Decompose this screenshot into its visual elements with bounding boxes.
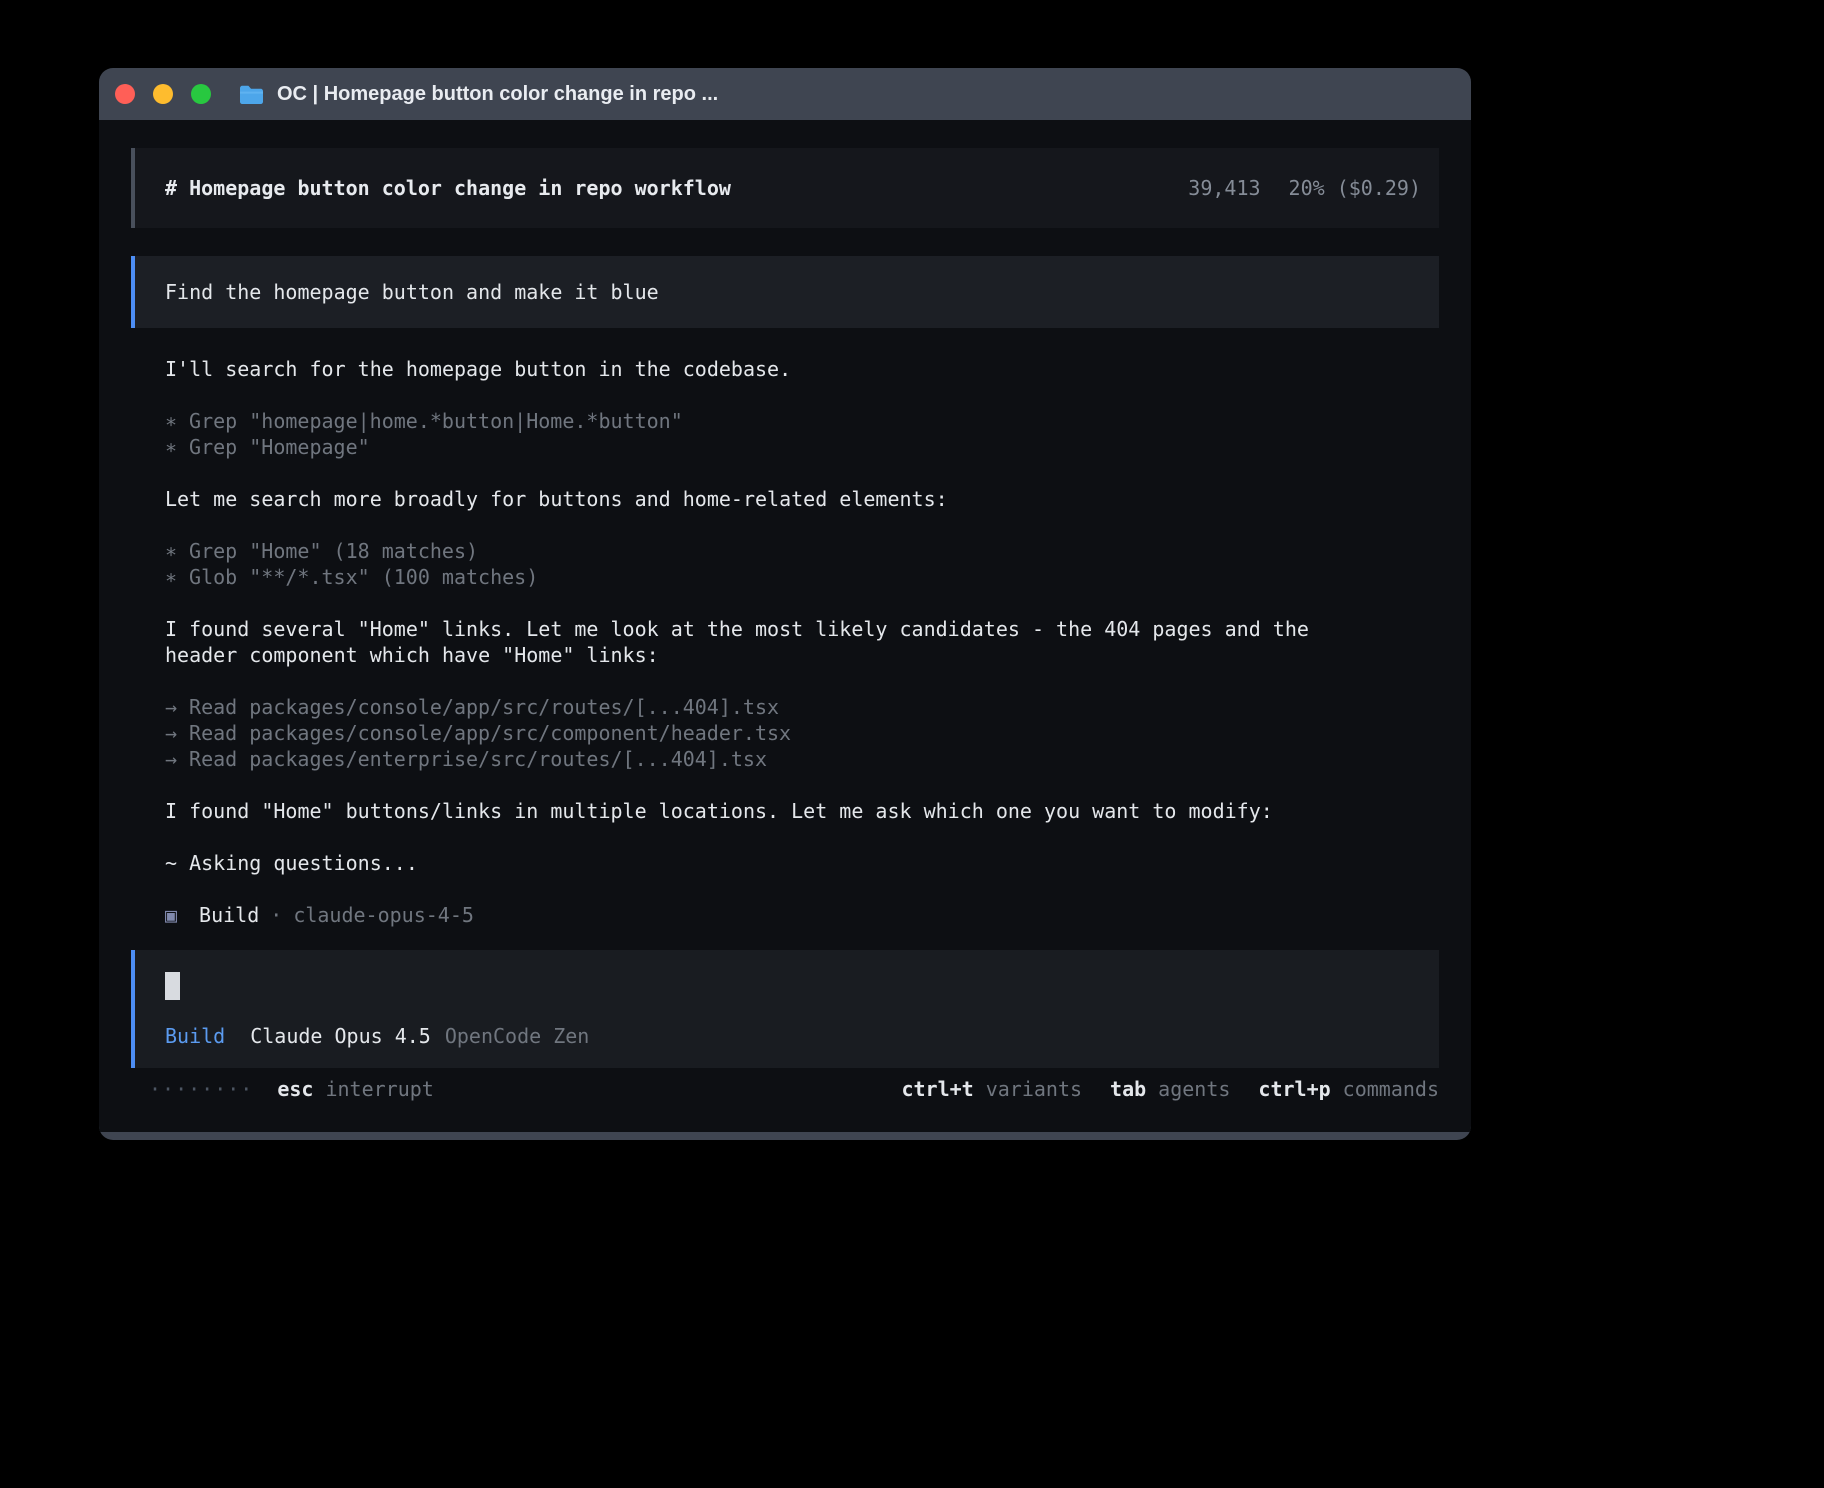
shortcut-commands: ctrl+p commands [1258,1077,1439,1101]
shortcut-key: tab [1110,1077,1146,1101]
tool-call-line: ∗ Grep "homepage|home.*button|Home.*butto… [165,408,1439,434]
tool-call-line: ∗ Glob "**/*.tsx" (100 matches) [165,564,1439,590]
window-title-group: OC | Homepage button color change in rep… [239,83,718,106]
tool-call-text: Grep "homepage|home.*button|Home.*button… [189,409,683,433]
context-usage: 20% ($0.29) [1289,176,1421,200]
status-bar: ········ esc interrupt ctrl+t variants t… [131,1077,1439,1101]
user-message-text: Find the homepage button and make it blu… [165,280,659,304]
tool-call-group: → Read packages/console/app/src/routes/[.… [165,694,1439,772]
tool-call-text: Read packages/console/app/src/component/… [189,721,791,745]
shortcut-interrupt: esc interrupt [277,1077,434,1101]
transcript: I'll search for the homepage button in t… [131,356,1439,928]
tool-call-text: Read packages/console/app/src/routes/[..… [189,695,779,719]
tool-call-line: → Read packages/console/app/src/routes/[.… [165,694,1439,720]
arrow-icon: → [165,720,177,746]
asterisk-icon: ∗ [165,564,177,590]
status-bar-right: ctrl+t variants tab agents ctrl+p comman… [901,1077,1439,1101]
shortcut-label: agents [1158,1077,1230,1101]
model-indicator: Claude Opus 4.5 [250,1024,431,1048]
tool-call-line: ∗ Grep "Home" (18 matches) [165,538,1439,564]
asterisk-icon: ∗ [165,434,177,460]
asterisk-icon: ∗ [165,408,177,434]
shortcut-label: interrupt [325,1077,433,1101]
assistant-message: Let me search more broadly for buttons a… [165,486,1365,512]
shortcut-variants: ctrl+t variants [901,1077,1082,1101]
shortcut-key: ctrl+p [1258,1077,1330,1101]
shortcut-label: commands [1343,1077,1439,1101]
agent-icon: ▣ [165,902,177,928]
tool-call-group: ∗ Grep "homepage|home.*button|Home.*butto… [165,408,1439,460]
asterisk-icon: ∗ [165,538,177,564]
agent-name: Build [199,902,259,928]
assistant-message: I found "Home" buttons/links in multiple… [165,798,1365,824]
session-stats: 39,413 20% ($0.29) [1188,176,1421,200]
tool-call-line: ∗ Grep "Homepage" [165,434,1439,460]
shortcut-agents: tab agents [1110,1077,1230,1101]
folder-icon [239,84,264,104]
session-header: # Homepage button color change in repo w… [131,148,1439,228]
text-cursor [165,972,180,1000]
agent-status-line: ▣ Build · claude-opus-4-5 [165,902,1439,928]
agent-model: claude-opus-4-5 [293,902,474,928]
tool-call-text: Grep "Home" (18 matches) [189,539,478,563]
tool-call-line: → Read packages/console/app/src/component… [165,720,1439,746]
arrow-icon: → [165,694,177,720]
arrow-icon: → [165,746,177,772]
minimize-button[interactable] [153,84,173,104]
tool-call-text: Glob "**/*.tsx" (100 matches) [189,565,538,589]
prompt-input[interactable]: Build Claude Opus 4.5 OpenCode Zen [131,950,1439,1068]
traffic-lights [115,84,211,104]
terminal-window: OC | Homepage button color change in rep… [99,68,1471,1140]
zoom-button[interactable] [191,84,211,104]
assistant-message: I'll search for the homepage button in t… [165,356,1365,382]
window-title: OC | Homepage button color change in rep… [277,83,718,106]
token-count: 39,413 [1188,176,1260,200]
tool-call-text: Grep "Homepage" [189,435,370,459]
shortcut-key: esc [277,1077,313,1101]
tool-call-group: ∗ Grep "Home" (18 matches) ∗ Glob "**/*.ts… [165,538,1439,590]
input-footer: Build Claude Opus 4.5 OpenCode Zen [165,1024,1409,1048]
session-title: # Homepage button color change in repo w… [165,176,731,200]
tool-call-line: → Read packages/enterprise/src/routes/[..… [165,746,1439,772]
close-button[interactable] [115,84,135,104]
user-message: Find the homepage button and make it blu… [131,256,1439,328]
provider-indicator: OpenCode Zen [445,1024,590,1048]
titlebar[interactable]: OC | Homepage button color change in rep… [99,68,1471,120]
shortcut-label: variants [986,1077,1082,1101]
spinner-dots-icon: ········ [149,1077,253,1101]
shortcut-key: ctrl+t [901,1077,973,1101]
mode-indicator: Build [165,1024,225,1048]
status-bar-left: ········ esc interrupt [149,1077,434,1101]
assistant-message: I found several "Home" links. Let me loo… [165,616,1365,668]
status-message: ~ Asking questions... [165,850,1365,876]
tool-call-text: Read packages/enterprise/src/routes/[...… [189,747,767,771]
dot-separator: · [270,902,282,928]
terminal-content: # Homepage button color change in repo w… [99,120,1471,1132]
